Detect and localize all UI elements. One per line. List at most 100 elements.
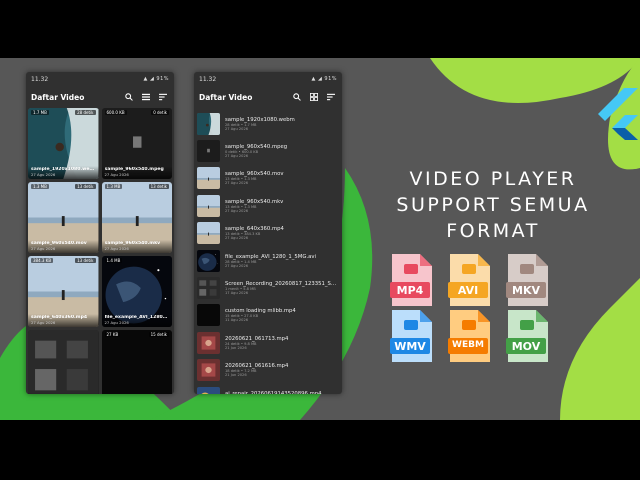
video-caption: sample_960x540.mkv 27 Agu 2026: [101, 240, 172, 253]
video-duration-badge: 13 detik: [148, 184, 169, 189]
video-date: 11 Agu 2026: [225, 318, 249, 323]
video-size-badge: 1.4 MB: [104, 258, 123, 263]
video-caption: custom loading mlibb.mp4: [101, 393, 172, 394]
video-list: sample_1920x1080.webm 28 detik • 1.7 MB …: [194, 108, 342, 394]
video-card[interactable]: 1.3 MB 13 detik sample_960x540.mov 27 Agu…: [28, 182, 99, 253]
format-label: AVI: [457, 284, 479, 297]
flutter-logo-icon: [598, 88, 638, 140]
video-date: 21 Jun 2026: [225, 345, 247, 350]
list-item[interactable]: ai_repair_20260619143520896.mp4 9 detik …: [197, 384, 339, 394]
video-card[interactable]: Screen_Recording_20260817_1...: [28, 330, 99, 394]
list-item[interactable]: sample_640x360.mp4 13 detik • 384.3 KB 2…: [197, 220, 339, 247]
list-view-icon[interactable]: [140, 91, 152, 103]
video-card[interactable]: 1.3 MB 13 detik sample_960x540.mkv 27 Agu…: [101, 182, 172, 253]
status-time: 11.32: [199, 75, 217, 83]
list-item[interactable]: sample_960x540.mov 13 detik • 1.3 MB 27 …: [197, 165, 339, 192]
video-card[interactable]: 1.7 MB 28 detik sample_1920x1080.webm 27 …: [28, 108, 99, 179]
video-date: 27 Agu 2026: [225, 263, 249, 268]
video-caption: sample_640x360.mp4 27 Agu 2026: [28, 314, 99, 327]
list-item-text: sample_960x540.mkv 13 detik • 1.3 MB 27 …: [225, 199, 339, 213]
video-date: 17 Agu 2026: [225, 291, 249, 296]
lime-blob-bottom: [560, 278, 640, 420]
search-icon[interactable]: [123, 91, 135, 103]
app-bar: Daftar Video: [194, 86, 342, 108]
sort-icon[interactable]: [157, 91, 169, 103]
video-date: 27 Agu 2026: [225, 208, 249, 213]
video-size-badge: 600.0 KB: [104, 110, 127, 115]
video-date: 27 Agu 2026: [225, 181, 249, 186]
phone-list-view: 11.32 ▲ ◢ 91% Daftar Video sample_1920x1…: [194, 72, 342, 394]
video-size-badge: 384.3 KB: [31, 258, 54, 263]
sort-icon[interactable]: [325, 91, 337, 103]
video-date: 27 Agu 2026: [225, 154, 249, 159]
video-grid: 1.7 MB 28 detik sample_1920x1080.webm 27 …: [26, 108, 174, 394]
app-bar: Daftar Video: [26, 86, 174, 108]
status-time: 11.32: [31, 75, 49, 83]
video-duration-badge: 13 detik: [75, 258, 96, 263]
format-label: WMV: [394, 340, 426, 353]
video-thumbnail: [197, 194, 220, 217]
webm-file-icon: WEBM: [448, 310, 490, 362]
list-item-text: file_example_AVI_1280_1_5MG.avi 28 detik…: [225, 254, 339, 268]
list-item-text: ai_repair_20260619143520896.mp4 9 detik …: [225, 391, 339, 394]
stage: 11.32 ▲ ◢ 91% Daftar Video 1.7 MB 28 deti…: [0, 58, 640, 420]
video-duration-badge: 15 detik: [148, 332, 169, 337]
video-date: 27 Agu 2026: [104, 320, 129, 325]
video-caption: file_example_AVI_1280_1_5MG.avi 27 Agu 2…: [101, 314, 172, 327]
video-date: 27 Agu 2026: [104, 246, 129, 251]
wmv-file-icon: WMV: [390, 310, 432, 362]
headline-line-1: VIDEO PLAYER: [409, 168, 577, 190]
list-item-text: custom loading mlibb.mp4 15 detik • 27.0…: [225, 308, 339, 322]
video-date: 21 Jun 2026: [225, 373, 247, 378]
video-thumbnail: [197, 331, 220, 354]
list-item[interactable]: 20260621_061713.mp4 24 detik • 9.8 MB 21…: [197, 329, 339, 356]
list-item-text: 20260621_061616.mp4 18 detik • 7.2 MB 21…: [225, 363, 339, 377]
list-item[interactable]: file_example_AVI_1280_1_5MG.avi 28 detik…: [197, 247, 339, 274]
app-title: Daftar Video: [31, 92, 85, 102]
list-item[interactable]: 20260621_061616.mp4 18 detik • 7.2 MB 21…: [197, 357, 339, 384]
format-label: MOV: [511, 340, 541, 353]
mov-file-icon: MOV: [506, 310, 548, 362]
video-thumbnail: [197, 304, 220, 327]
video-size-badge: 1.7 MB: [31, 110, 49, 115]
video-size-badge: 1.3 MB: [31, 184, 49, 189]
video-thumbnail: [28, 330, 99, 394]
headline-line-3: FORMAT: [446, 220, 540, 242]
list-item-text: sample_1920x1080.webm 28 detik • 1.7 MB …: [225, 117, 339, 131]
video-duration-badge: 13 detik: [75, 184, 96, 189]
list-item[interactable]: Screen_Recording_20260817_123351_Setti..…: [197, 274, 339, 301]
video-card[interactable]: 384.3 KB 13 detik sample_640x360.mp4 27 A…: [28, 256, 99, 327]
video-card[interactable]: 600.0 KB 0 detik sample_960x540.mpeg 27 A…: [101, 108, 172, 179]
video-caption: sample_960x540.mpeg 27 Agu 2026: [101, 166, 172, 179]
format-label: MP4: [396, 284, 424, 297]
video-thumbnail: [197, 386, 220, 394]
video-date: 27 Agu 2026: [225, 126, 249, 131]
list-item[interactable]: sample_960x540.mkv 13 detik • 1.3 MB 27 …: [197, 192, 339, 219]
video-thumbnail: [197, 167, 220, 190]
video-thumbnail: [197, 140, 220, 163]
video-card[interactable]: 27 KB 15 detik custom loading mlibb.mp4: [101, 330, 172, 394]
mkv-file-icon: MKV: [506, 254, 548, 306]
video-thumbnail: [197, 222, 220, 245]
video-thumbnail: [197, 112, 220, 135]
status-bar: 11.32 ▲ ◢ 91%: [194, 72, 342, 86]
grid-view-icon[interactable]: [308, 91, 320, 103]
video-duration-badge: 28 detik: [75, 110, 96, 115]
video-date: 27 Agu 2026: [31, 320, 56, 325]
video-thumbnail: [101, 330, 172, 394]
list-item-text: sample_960x540.mpeg 0 detik • 600.0 KB 2…: [225, 144, 339, 158]
format-label: MKV: [512, 284, 540, 297]
list-item[interactable]: sample_1920x1080.webm 28 detik • 1.7 MB …: [197, 110, 339, 137]
video-thumbnail: [197, 277, 220, 300]
status-bar: 11.32 ▲ ◢ 91%: [26, 72, 174, 86]
video-caption: sample_960x540.mov 27 Agu 2026: [28, 240, 99, 253]
search-icon[interactable]: [291, 91, 303, 103]
video-card[interactable]: 1.4 MB file_example_AVI_1280_1_5MG.avi 2…: [101, 256, 172, 327]
video-date: 27 Agu 2026: [104, 172, 129, 177]
list-item[interactable]: sample_960x540.mpeg 0 detik • 600.0 KB 2…: [197, 137, 339, 164]
headline-line-2: SUPPORT SEMUA: [396, 194, 590, 216]
list-item[interactable]: custom loading mlibb.mp4 15 detik • 27.0…: [197, 302, 339, 329]
status-icons: ▲ ◢ 91%: [143, 76, 169, 82]
video-caption: sample_1920x1080.webm 27 Agu 2026: [28, 166, 99, 179]
list-item-text: 20260621_061713.mp4 24 detik • 9.8 MB 21…: [225, 336, 339, 350]
